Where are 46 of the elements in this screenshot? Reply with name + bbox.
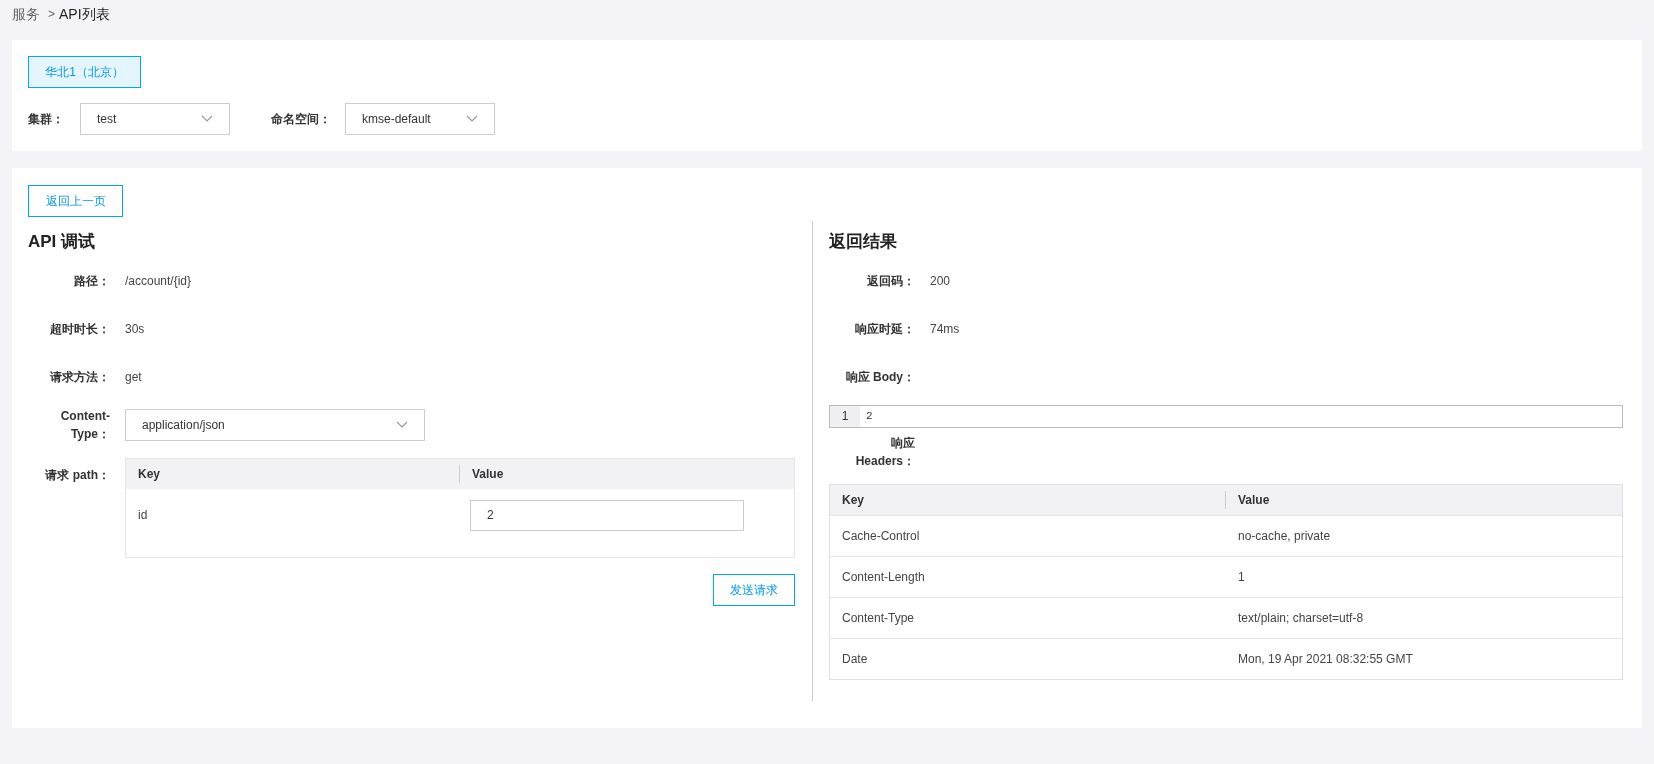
- chevron-down-icon: [396, 421, 408, 429]
- field-label: 请求方法：: [49, 369, 110, 386]
- dropdown[interactable]: application/json: [125, 409, 425, 441]
- field-value: 74ms: [930, 321, 960, 338]
- body-content: 2: [865, 409, 873, 424]
- dropdown-value: kmse-default: [362, 111, 431, 128]
- filter-label: 命名空间：: [271, 111, 331, 128]
- table-cell-text: Content-Type: [841, 610, 916, 627]
- field-label: 超时时长：: [49, 321, 110, 338]
- field-value: 30s: [125, 321, 145, 338]
- column-header: Value: [471, 466, 505, 483]
- filter-label: 集群：: [28, 111, 64, 128]
- column-header: Key: [830, 491, 1226, 509]
- field-label: 响应 Body：: [844, 369, 915, 386]
- field-label: Content-Type：: [59, 408, 110, 443]
- chevron-down-icon: [466, 115, 478, 123]
- field-label: 响应时延：: [854, 321, 915, 338]
- table-cell-text: no-cache, private: [1237, 528, 1332, 545]
- table-cell-text: Date: [841, 651, 869, 668]
- field-value: /account/{id}: [125, 273, 192, 290]
- table-cell-text: 1: [1237, 569, 1246, 586]
- table-cell-text: Cache-Control: [841, 528, 921, 545]
- section-title: 返回结果: [829, 231, 898, 253]
- breadcrumb-link[interactable]: 服务: [12, 3, 40, 25]
- breadcrumb-separator: >: [48, 6, 55, 23]
- dropdown[interactable]: test: [80, 103, 230, 135]
- column-header: Key: [126, 465, 460, 483]
- field-label: 请求 path：: [44, 467, 110, 484]
- table-cell-text: Mon, 19 Apr 2021 08:32:55 GMT: [1237, 651, 1414, 668]
- breadcrumb-current: API列表: [59, 4, 110, 24]
- dropdown[interactable]: kmse-default: [345, 103, 495, 135]
- table-cell-text: Content-Length: [841, 569, 926, 586]
- dropdown-value: test: [97, 111, 117, 128]
- dropdown-value: application/json: [142, 417, 225, 434]
- value-input[interactable]: 2: [470, 499, 744, 531]
- field-value: 200: [930, 273, 951, 290]
- chevron-down-icon: [201, 115, 213, 123]
- field-value: get: [125, 369, 142, 386]
- field-label: 响应 Headers：: [854, 435, 915, 470]
- column-header: Value: [1237, 492, 1271, 509]
- field-label: 返回码：: [866, 273, 915, 290]
- field-label: 路径：: [73, 273, 110, 290]
- table-cell-text: text/plain; charset=utf-8: [1237, 610, 1365, 627]
- section-title: API 调试: [28, 231, 97, 253]
- line-number: 1: [830, 406, 860, 427]
- table-cell-text: id: [137, 507, 149, 524]
